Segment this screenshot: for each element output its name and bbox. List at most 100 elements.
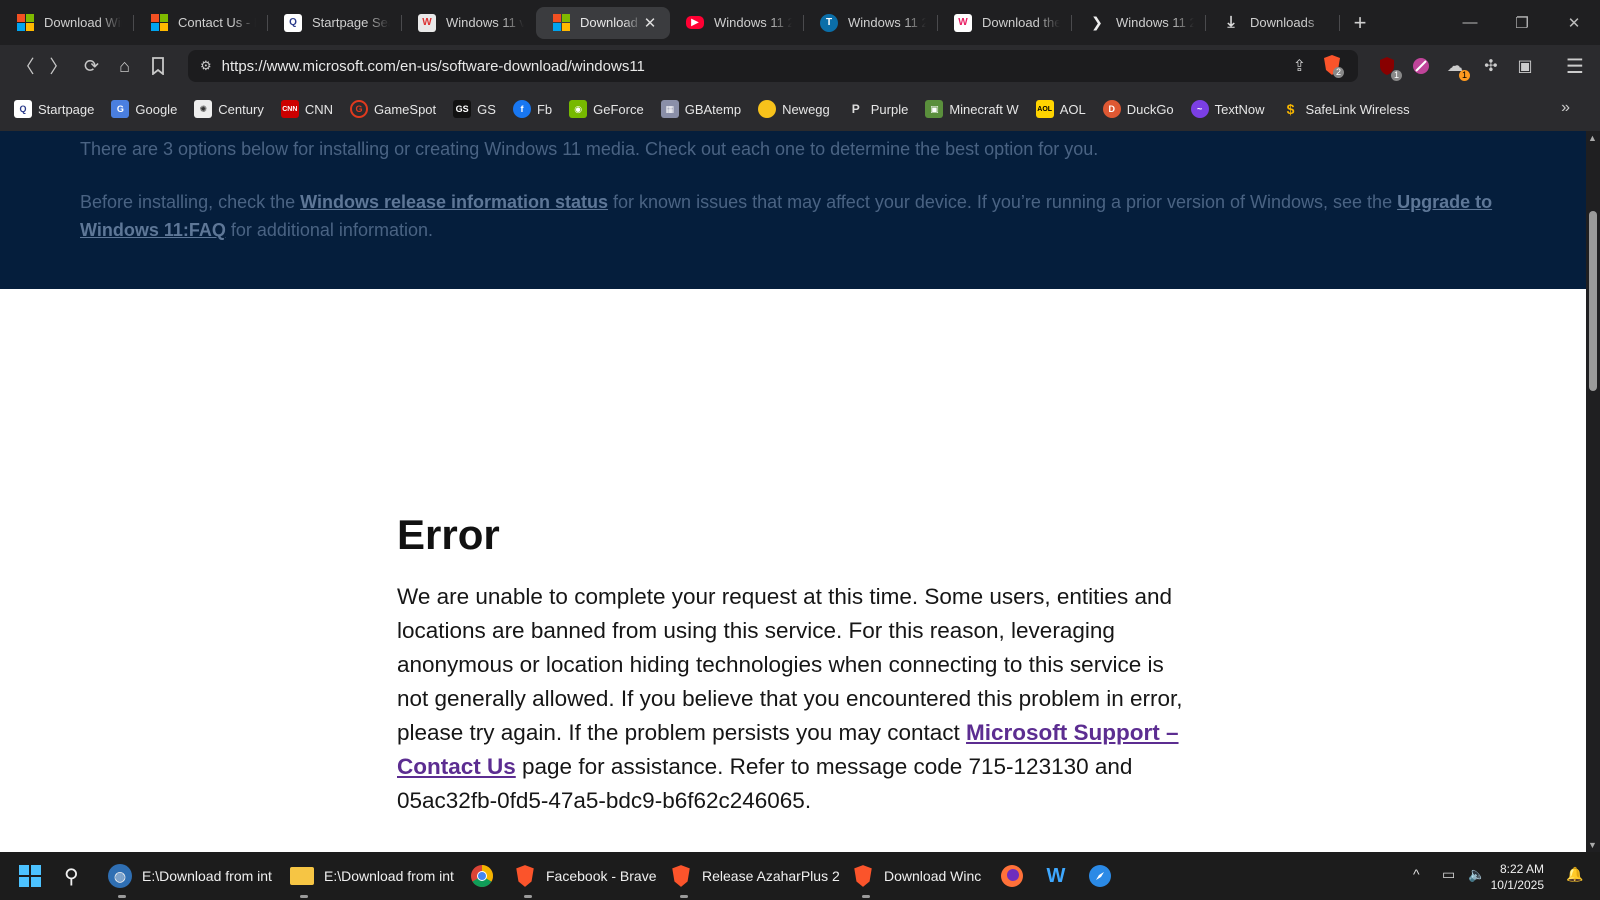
new-tab-button[interactable]: + bbox=[1340, 10, 1380, 36]
bookmark-fb[interactable]: f Fb bbox=[512, 100, 553, 118]
tab-title: Download Windows bbox=[44, 15, 122, 30]
bookmark-label: GameSpot bbox=[374, 101, 437, 117]
taskbar-clock[interactable]: 8:22 AM 10/1/2025 bbox=[1491, 861, 1544, 893]
menu-icon[interactable]: ☰ bbox=[1562, 53, 1588, 79]
startpage-icon: Q bbox=[284, 13, 302, 32]
tab-contact-us[interactable]: Contact Us - Microsoft bbox=[134, 7, 268, 39]
brave-shields-icon[interactable]: 2 bbox=[1322, 54, 1344, 78]
bookmark-safelink[interactable]: $ SafeLink Wireless bbox=[1282, 100, 1410, 118]
chrome-icon bbox=[471, 865, 493, 887]
bookmark-duckgo[interactable]: D DuckGo bbox=[1102, 100, 1174, 118]
restore-icon[interactable]: ❐ bbox=[1496, 0, 1548, 45]
bookmark-label: GBAtemp bbox=[684, 101, 742, 117]
nvidia-icon: ◉ bbox=[569, 100, 588, 118]
bookmark-label: AOL bbox=[1059, 101, 1086, 117]
home-button[interactable]: ⌂ bbox=[108, 50, 141, 82]
bookmark-gamespot[interactable]: G GameSpot bbox=[350, 100, 436, 118]
taskbar-item-release-azaharplus[interactable]: Release AzaharPlus 2 bbox=[670, 852, 840, 900]
site-settings-icon[interactable]: ⚙ bbox=[200, 58, 212, 74]
bookmark-geforce[interactable]: ◉ GeForce bbox=[569, 100, 644, 118]
tab-download-windows[interactable]: Download Windows bbox=[0, 7, 134, 39]
banner-text: Before installing, check the bbox=[80, 192, 301, 212]
bookmark-gs[interactable]: GS GS bbox=[453, 100, 496, 118]
tab-windows-11-version[interactable]: W Windows 11 version bbox=[402, 7, 536, 39]
block-icon[interactable] bbox=[1408, 53, 1434, 79]
arrow-site-icon: ❯ bbox=[1091, 14, 1103, 30]
banner-text: for known issues that may affect your de… bbox=[608, 192, 1398, 212]
start-button[interactable] bbox=[18, 852, 42, 900]
taskbar-item-download-2[interactable]: E:\Download from int bbox=[290, 852, 454, 900]
taskbar-item-download-1[interactable]: ◍ E:\Download from int bbox=[108, 852, 272, 900]
clock-time: 8:22 AM bbox=[1499, 862, 1544, 876]
safelink-icon: $ bbox=[1286, 101, 1295, 117]
info-banner: There are 3 options below for installing… bbox=[0, 131, 1586, 289]
more-bookmarks-icon[interactable]: » bbox=[1561, 99, 1570, 117]
tab-startpage[interactable]: Q Startpage Search bbox=[268, 7, 402, 39]
tab-tenforums[interactable]: T Windows 11 24H2 bbox=[804, 7, 938, 39]
forward-button[interactable]: 〉 bbox=[42, 50, 75, 82]
show-hidden-icons-icon[interactable]: ^ bbox=[1413, 866, 1420, 882]
scrollbar-thumb[interactable] bbox=[1589, 211, 1597, 391]
ublock-icon[interactable]: 1 bbox=[1374, 53, 1402, 81]
release-info-link[interactable]: Windows release information status bbox=[300, 192, 608, 212]
bookmark-startpage[interactable]: Q Startpage bbox=[14, 100, 94, 118]
tab-title: Downloads bbox=[1250, 15, 1315, 30]
bookmark-cnn[interactable]: CNN CNN bbox=[280, 100, 333, 118]
tab-title: Download the bbox=[982, 15, 1060, 30]
address-bar[interactable]: ⚙ https://www.microsoft.com/en-us/softwa… bbox=[188, 50, 1358, 82]
page-scrollbar[interactable]: ▲ ▼ bbox=[1586, 131, 1600, 852]
gbatemp-icon: ▦ bbox=[660, 100, 679, 118]
toolbar: 〈 〉 ⟳ ⌂ ⚙ https://www.microsoft.com/en-u… bbox=[0, 45, 1600, 87]
taskbar-item-facebook-brave[interactable]: Facebook - Brave bbox=[514, 852, 657, 900]
bookmark-label: Fb bbox=[536, 101, 553, 117]
tab-download-the[interactable]: W Download the bbox=[938, 7, 1072, 39]
bookmark-aol[interactable]: AOL AOL bbox=[1035, 100, 1086, 118]
bookmark-purple[interactable]: P Purple bbox=[847, 100, 909, 118]
extension-badge-icon[interactable]: ☁ 1 bbox=[1442, 53, 1470, 81]
close-window-icon[interactable]: ✕ bbox=[1548, 0, 1600, 45]
notification-bell-icon[interactable]: 🔔 bbox=[1566, 866, 1583, 883]
youtube-icon: ▶ bbox=[686, 16, 704, 29]
taskbar-item-compass[interactable] bbox=[1088, 852, 1112, 900]
brave-icon bbox=[854, 865, 872, 887]
bookmark-button[interactable] bbox=[141, 50, 174, 82]
bookmark-textnow[interactable]: ~ TextNow bbox=[1190, 100, 1265, 118]
tab-windows-11-24h2[interactable]: ❯ Windows 11 24H2 bbox=[1072, 7, 1206, 39]
taskbar-item-download-windows[interactable]: Download Winc bbox=[852, 852, 981, 900]
scroll-down-icon[interactable]: ▼ bbox=[1588, 840, 1597, 850]
tab-title: Windows 11 24H2 bbox=[848, 15, 926, 30]
tab-strip: Download Windows Contact Us - Microsoft … bbox=[0, 0, 1600, 45]
tab-downloads[interactable]: ⤓ Downloads bbox=[1206, 7, 1340, 39]
url-text[interactable]: https://www.microsoft.com/en-us/software… bbox=[222, 58, 645, 75]
facebook-icon: f bbox=[512, 100, 531, 118]
bookmark-label: GS bbox=[477, 101, 496, 117]
bookmark-newegg[interactable]: Newegg bbox=[758, 100, 830, 118]
scroll-up-icon[interactable]: ▲ bbox=[1588, 133, 1597, 143]
network-icon[interactable]: ▭ bbox=[1442, 866, 1455, 883]
back-button[interactable]: 〈 bbox=[9, 50, 42, 82]
bookmark-minecraft[interactable]: ▣ Minecraft W bbox=[925, 100, 1019, 118]
reader-mode-icon[interactable]: ▣ bbox=[1512, 53, 1538, 79]
century-icon: ✺ bbox=[194, 100, 213, 118]
microsoft-logo-icon bbox=[16, 14, 34, 32]
taskbar-label: E:\Download from int bbox=[324, 868, 454, 884]
bookmark-gbatemp[interactable]: ▦ GBAtemp bbox=[660, 100, 742, 118]
taskbar: ⚲ ◍ E:\Download from int E:\Download fro… bbox=[0, 852, 1600, 900]
cnn-icon: CNN bbox=[280, 100, 299, 118]
tab-youtube[interactable]: ▶ Windows 11 24H2 bbox=[670, 7, 804, 39]
close-tab-icon[interactable]: ✕ bbox=[642, 14, 658, 32]
taskbar-label: Facebook - Brave bbox=[546, 868, 657, 884]
extensions-puzzle-icon[interactable]: ✣ bbox=[1478, 53, 1504, 79]
taskbar-item-chrome[interactable] bbox=[470, 852, 494, 900]
bookmark-google[interactable]: G Google bbox=[111, 100, 177, 118]
taskbar-item-w-app[interactable]: W bbox=[1044, 852, 1078, 900]
taskbar-item-firefox[interactable] bbox=[1000, 852, 1024, 900]
search-icon[interactable]: ⚲ bbox=[64, 852, 79, 900]
tab-download-active[interactable]: Download ✕ bbox=[536, 6, 670, 39]
bookmarks-bar: Q Startpage G Google ✺ Century CNN CNN G Game… bbox=[0, 87, 1600, 131]
minimize-icon[interactable]: — bbox=[1444, 0, 1496, 45]
share-icon[interactable]: ⇪ bbox=[1293, 56, 1306, 76]
reload-button[interactable]: ⟳ bbox=[75, 50, 108, 82]
bookmark-century[interactable]: ✺ Century bbox=[194, 100, 264, 118]
volume-icon[interactable]: 🔈 bbox=[1468, 866, 1485, 883]
